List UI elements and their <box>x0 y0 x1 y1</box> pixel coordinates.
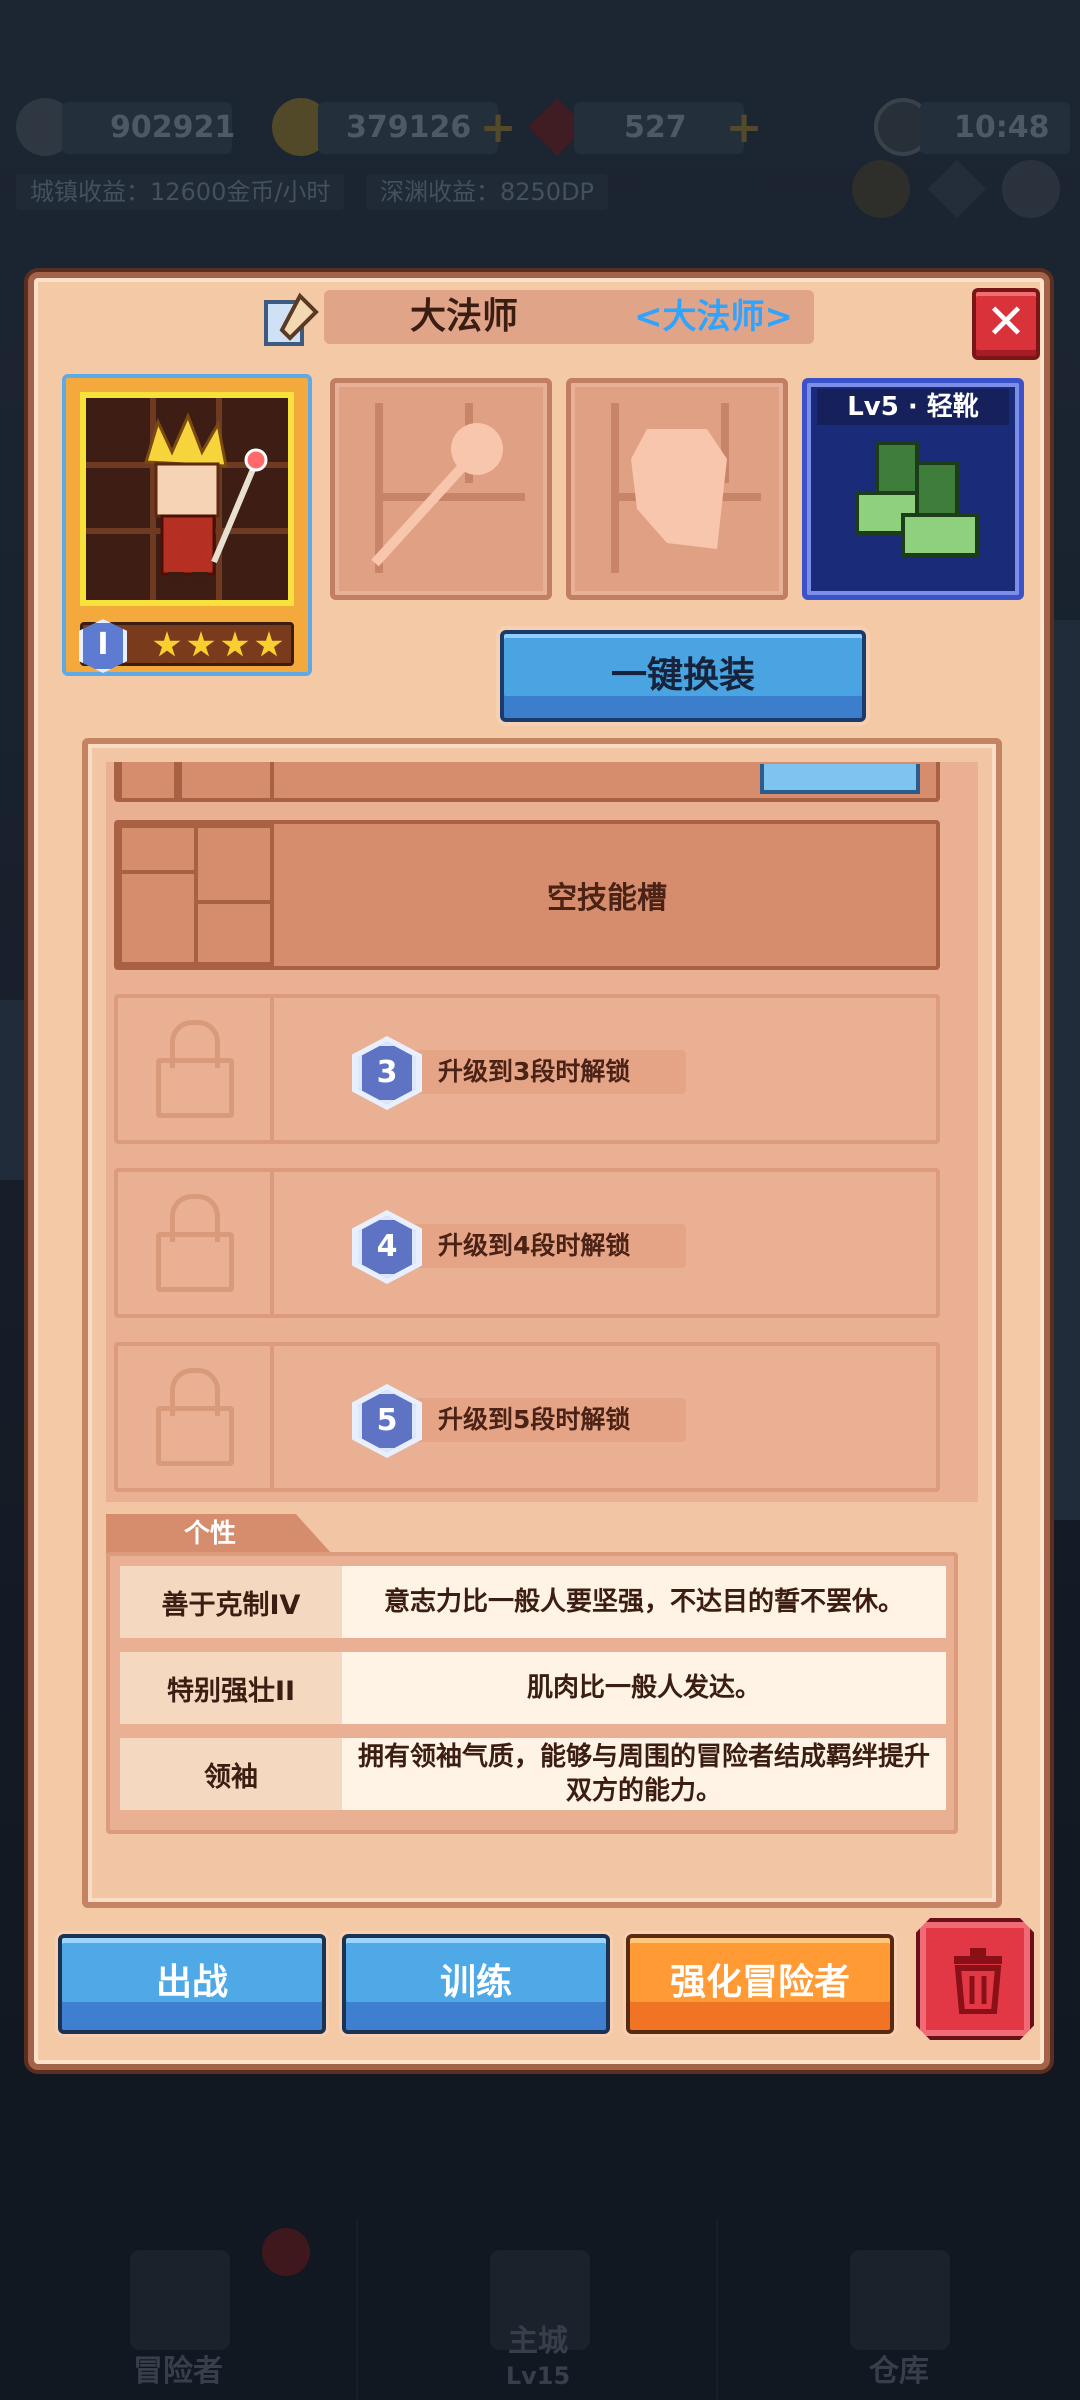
trait-name: 特别强壮II <box>120 1652 342 1724</box>
boots-label: Lv5 · 轻靴 <box>817 389 1009 425</box>
skill-list[interactable]: 空技能槽 升级到3段时解锁 3 升级到4段时解锁 4 升级到5段时解锁 5 <box>106 762 978 1502</box>
trait-description: 拥有领袖气质，能够与周围的冒险者结成羁绊提升双方的能力。 <box>357 1742 930 1806</box>
battle-button[interactable]: 出战 <box>58 1934 326 2034</box>
archmage-sprite-icon <box>144 412 268 586</box>
detail-panel: 空技能槽 升级到3段时解锁 3 升级到4段时解锁 4 升级到5段时解锁 5 个性… <box>82 738 1002 1908</box>
trash-icon <box>954 1948 1002 2014</box>
empty-skill-label: 空技能槽 <box>547 881 667 916</box>
hero-portrait <box>80 392 294 606</box>
hero-class: <大法师> <box>634 297 793 337</box>
boots-slot[interactable]: Lv5 · 轻靴 <box>802 378 1024 600</box>
star-icon <box>187 631 215 657</box>
armor-slot[interactable] <box>566 378 788 600</box>
armor-silhouette-icon <box>631 429 727 549</box>
dismiss-adventurer-button[interactable] <box>916 1918 1034 2040</box>
skill-slot-locked: 升级到3段时解锁 3 <box>114 994 940 1144</box>
adventurer-detail-modal: 大法师 <大法师> ✕ I Lv5 · 轻靴 一键换装 空技能槽 升级到3段时解… <box>28 272 1050 2070</box>
trait-row: 领袖 拥有领袖气质，能够与周围的冒险者结成羁绊提升双方的能力。 <box>120 1738 946 1810</box>
skill-slot-locked: 升级到5段时解锁 5 <box>114 1342 940 1492</box>
train-button[interactable]: 训练 <box>342 1934 610 2034</box>
skill-slot-empty[interactable]: 空技能槽 <box>114 820 940 970</box>
star-icon <box>153 631 181 657</box>
rank-badge: I <box>79 619 127 673</box>
light-boots-icon <box>855 441 979 557</box>
skill-slot-partial <box>114 762 940 802</box>
hero-portrait-slot[interactable]: I <box>62 374 312 676</box>
skill-slot-locked: 升级到4段时解锁 4 <box>114 1168 940 1318</box>
modal-title-bar: 大法师 <大法师> <box>324 290 814 344</box>
trait-name: 善于克制IV <box>120 1566 342 1638</box>
hero-name: 大法师 <box>409 296 518 337</box>
trait-row: 善于克制IV 意志力比一般人要坚强，不达目的誓不罢休。 <box>120 1566 946 1638</box>
trait-row: 特别强壮II 肌肉比一般人发达。 <box>120 1652 946 1724</box>
quick-equip-button[interactable]: 一键换装 <box>500 630 866 722</box>
trait-name: 领袖 <box>120 1738 342 1810</box>
scroll-quill-icon <box>264 292 319 346</box>
hero-star-rating: I <box>79 619 294 673</box>
upgrade-adventurer-button[interactable]: 强化冒险者 <box>626 1934 894 2034</box>
star-icon <box>255 631 283 657</box>
star-icon <box>221 631 249 657</box>
traits-list: 善于克制IV 意志力比一般人要坚强，不达目的誓不罢休。 特别强壮II 肌肉比一般… <box>106 1552 958 1834</box>
close-button[interactable]: ✕ <box>972 288 1040 360</box>
skill-equip-button-partial[interactable] <box>760 764 920 794</box>
trait-description: 肌肉比一般人发达。 <box>526 1673 761 1703</box>
weapon-slot[interactable] <box>330 378 552 600</box>
staff-silhouette-icon <box>371 423 503 567</box>
trait-description: 意志力比一般人要坚强，不达目的誓不罢休。 <box>383 1587 904 1617</box>
traits-header: 个性 <box>106 1514 332 1554</box>
